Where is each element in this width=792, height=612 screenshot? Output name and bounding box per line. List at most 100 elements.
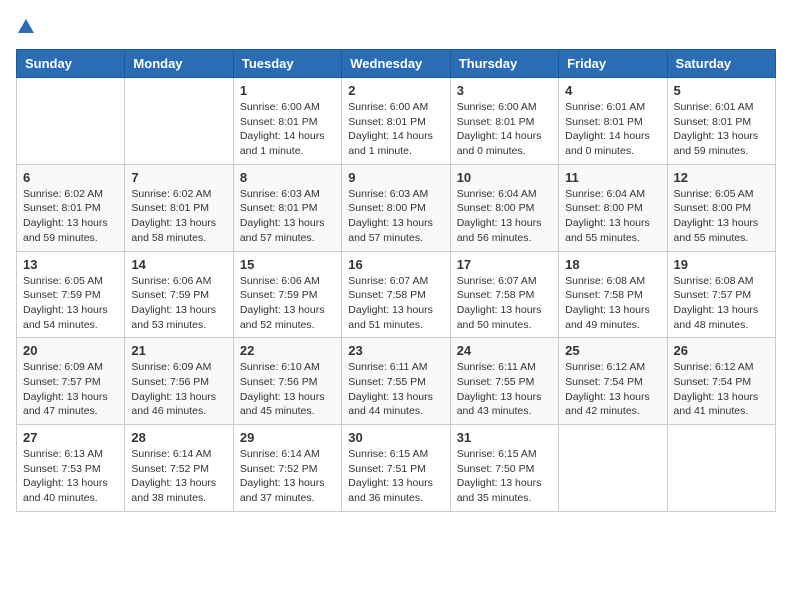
day-info: Sunrise: 6:03 AM Sunset: 8:00 PM Dayligh… xyxy=(348,187,443,246)
calendar-cell: 6 Sunrise: 6:02 AM Sunset: 8:01 PM Daylig… xyxy=(17,164,125,251)
day-number: 15 xyxy=(240,257,335,272)
calendar-cell: 28 Sunrise: 6:14 AM Sunset: 7:52 PM Dayli… xyxy=(125,425,233,512)
calendar-cell xyxy=(125,78,233,165)
day-info: Sunrise: 6:08 AM Sunset: 7:58 PM Dayligh… xyxy=(565,274,660,333)
day-info: Sunrise: 6:05 AM Sunset: 8:00 PM Dayligh… xyxy=(674,187,769,246)
day-number: 3 xyxy=(457,83,552,98)
calendar-week-row: 27Sunrise: 6:13 AM Sunset: 7:53 PM Dayli… xyxy=(17,425,776,512)
day-info: Sunrise: 6:07 AM Sunset: 7:58 PM Dayligh… xyxy=(348,274,443,333)
day-info: Sunrise: 6:11 AM Sunset: 7:55 PM Dayligh… xyxy=(348,360,443,419)
day-info: Sunrise: 6:06 AM Sunset: 7:59 PM Dayligh… xyxy=(131,274,226,333)
page-header xyxy=(16,16,776,37)
calendar-week-row: 1 Sunrise: 6:00 AM Sunset: 8:01 PM Daylig… xyxy=(17,78,776,165)
day-number: 25 xyxy=(565,343,660,358)
calendar-cell: 30 Sunrise: 6:15 AM Sunset: 7:51 PM Dayli… xyxy=(342,425,450,512)
day-of-week-header: Tuesday xyxy=(233,50,341,78)
day-info: Sunrise: 6:00 AM Sunset: 8:01 PM Dayligh… xyxy=(348,100,443,159)
calendar-week-row: 20 Sunrise: 6:09 AM Sunset: 7:57 PM Dayli… xyxy=(17,338,776,425)
calendar-cell: 16 Sunrise: 6:07 AM Sunset: 7:58 PM Dayli… xyxy=(342,251,450,338)
day-info: Sunrise: 6:08 AM Sunset: 7:57 PM Dayligh… xyxy=(674,274,769,333)
day-info: Sunrise: 6:00 AM Sunset: 8:01 PM Dayligh… xyxy=(457,100,552,159)
logo-icon xyxy=(16,17,36,37)
calendar-cell: 5 Sunrise: 6:01 AM Sunset: 8:01 PM Daylig… xyxy=(667,78,775,165)
day-info: Sunrise: 6:03 AM Sunset: 8:01 PM Dayligh… xyxy=(240,187,335,246)
day-number: 30 xyxy=(348,430,443,445)
calendar-cell xyxy=(667,425,775,512)
day-info: Sunrise: 6:00 AM Sunset: 8:01 PM Dayligh… xyxy=(240,100,335,159)
day-number: 8 xyxy=(240,170,335,185)
day-number: 31 xyxy=(457,430,552,445)
day-info: Sunrise: 6:15 AM Sunset: 7:51 PM Dayligh… xyxy=(348,447,443,506)
day-number: 29 xyxy=(240,430,335,445)
day-number: 20 xyxy=(23,343,118,358)
calendar-cell: 1 Sunrise: 6:00 AM Sunset: 8:01 PM Daylig… xyxy=(233,78,341,165)
day-of-week-header: Friday xyxy=(559,50,667,78)
calendar-cell: 11Sunrise: 6:04 AM Sunset: 8:00 PM Dayli… xyxy=(559,164,667,251)
day-info: Sunrise: 6:05 AM Sunset: 7:59 PM Dayligh… xyxy=(23,274,118,333)
calendar-cell: 17 Sunrise: 6:07 AM Sunset: 7:58 PM Dayli… xyxy=(450,251,558,338)
calendar-cell: 23 Sunrise: 6:11 AM Sunset: 7:55 PM Dayli… xyxy=(342,338,450,425)
day-info: Sunrise: 6:11 AM Sunset: 7:55 PM Dayligh… xyxy=(457,360,552,419)
day-number: 28 xyxy=(131,430,226,445)
calendar-cell: 24 Sunrise: 6:11 AM Sunset: 7:55 PM Dayli… xyxy=(450,338,558,425)
calendar-cell: 20 Sunrise: 6:09 AM Sunset: 7:57 PM Dayli… xyxy=(17,338,125,425)
calendar-header-row: SundayMondayTuesdayWednesdayThursdayFrid… xyxy=(17,50,776,78)
day-info: Sunrise: 6:01 AM Sunset: 8:01 PM Dayligh… xyxy=(565,100,660,159)
calendar-cell: 22 Sunrise: 6:10 AM Sunset: 7:56 PM Dayli… xyxy=(233,338,341,425)
day-number: 10 xyxy=(457,170,552,185)
day-number: 19 xyxy=(674,257,769,272)
day-number: 14 xyxy=(131,257,226,272)
day-info: Sunrise: 6:07 AM Sunset: 7:58 PM Dayligh… xyxy=(457,274,552,333)
calendar-cell: 18 Sunrise: 6:08 AM Sunset: 7:58 PM Dayli… xyxy=(559,251,667,338)
day-info: Sunrise: 6:15 AM Sunset: 7:50 PM Dayligh… xyxy=(457,447,552,506)
day-info: Sunrise: 6:12 AM Sunset: 7:54 PM Dayligh… xyxy=(565,360,660,419)
day-info: Sunrise: 6:02 AM Sunset: 8:01 PM Dayligh… xyxy=(23,187,118,246)
day-of-week-header: Monday xyxy=(125,50,233,78)
calendar-cell: 7Sunrise: 6:02 AM Sunset: 8:01 PM Daylig… xyxy=(125,164,233,251)
day-info: Sunrise: 6:09 AM Sunset: 7:56 PM Dayligh… xyxy=(131,360,226,419)
day-number: 9 xyxy=(348,170,443,185)
day-number: 1 xyxy=(240,83,335,98)
day-of-week-header: Sunday xyxy=(17,50,125,78)
calendar-week-row: 6 Sunrise: 6:02 AM Sunset: 8:01 PM Daylig… xyxy=(17,164,776,251)
calendar-cell: 8 Sunrise: 6:03 AM Sunset: 8:01 PM Daylig… xyxy=(233,164,341,251)
day-number: 16 xyxy=(348,257,443,272)
day-number: 4 xyxy=(565,83,660,98)
day-info: Sunrise: 6:02 AM Sunset: 8:01 PM Dayligh… xyxy=(131,187,226,246)
calendar-cell: 10 Sunrise: 6:04 AM Sunset: 8:00 PM Dayli… xyxy=(450,164,558,251)
day-info: Sunrise: 6:12 AM Sunset: 7:54 PM Dayligh… xyxy=(674,360,769,419)
day-number: 18 xyxy=(565,257,660,272)
day-number: 21 xyxy=(131,343,226,358)
day-info: Sunrise: 6:14 AM Sunset: 7:52 PM Dayligh… xyxy=(131,447,226,506)
calendar-cell xyxy=(559,425,667,512)
day-info: Sunrise: 6:10 AM Sunset: 7:56 PM Dayligh… xyxy=(240,360,335,419)
calendar-cell: 12Sunrise: 6:05 AM Sunset: 8:00 PM Dayli… xyxy=(667,164,775,251)
day-info: Sunrise: 6:04 AM Sunset: 8:00 PM Dayligh… xyxy=(457,187,552,246)
calendar-cell: 25 Sunrise: 6:12 AM Sunset: 7:54 PM Dayli… xyxy=(559,338,667,425)
logo xyxy=(16,16,40,37)
calendar-cell: 14 Sunrise: 6:06 AM Sunset: 7:59 PM Dayli… xyxy=(125,251,233,338)
day-number: 23 xyxy=(348,343,443,358)
day-info: Sunrise: 6:14 AM Sunset: 7:52 PM Dayligh… xyxy=(240,447,335,506)
calendar-cell: 31 Sunrise: 6:15 AM Sunset: 7:50 PM Dayli… xyxy=(450,425,558,512)
day-number: 2 xyxy=(348,83,443,98)
day-info: Sunrise: 6:01 AM Sunset: 8:01 PM Dayligh… xyxy=(674,100,769,159)
day-number: 6 xyxy=(23,170,118,185)
calendar-cell: 19 Sunrise: 6:08 AM Sunset: 7:57 PM Dayli… xyxy=(667,251,775,338)
day-info: Sunrise: 6:09 AM Sunset: 7:57 PM Dayligh… xyxy=(23,360,118,419)
day-info: Sunrise: 6:06 AM Sunset: 7:59 PM Dayligh… xyxy=(240,274,335,333)
calendar-cell: 27Sunrise: 6:13 AM Sunset: 7:53 PM Dayli… xyxy=(17,425,125,512)
day-number: 5 xyxy=(674,83,769,98)
day-number: 24 xyxy=(457,343,552,358)
calendar-cell: 13Sunrise: 6:05 AM Sunset: 7:59 PM Dayli… xyxy=(17,251,125,338)
calendar-cell: 15 Sunrise: 6:06 AM Sunset: 7:59 PM Dayli… xyxy=(233,251,341,338)
calendar-cell: 21 Sunrise: 6:09 AM Sunset: 7:56 PM Dayli… xyxy=(125,338,233,425)
calendar-week-row: 13Sunrise: 6:05 AM Sunset: 7:59 PM Dayli… xyxy=(17,251,776,338)
day-number: 26 xyxy=(674,343,769,358)
calendar-cell: 4 Sunrise: 6:01 AM Sunset: 8:01 PM Daylig… xyxy=(559,78,667,165)
day-of-week-header: Thursday xyxy=(450,50,558,78)
day-number: 22 xyxy=(240,343,335,358)
day-number: 27 xyxy=(23,430,118,445)
day-of-week-header: Wednesday xyxy=(342,50,450,78)
day-number: 17 xyxy=(457,257,552,272)
